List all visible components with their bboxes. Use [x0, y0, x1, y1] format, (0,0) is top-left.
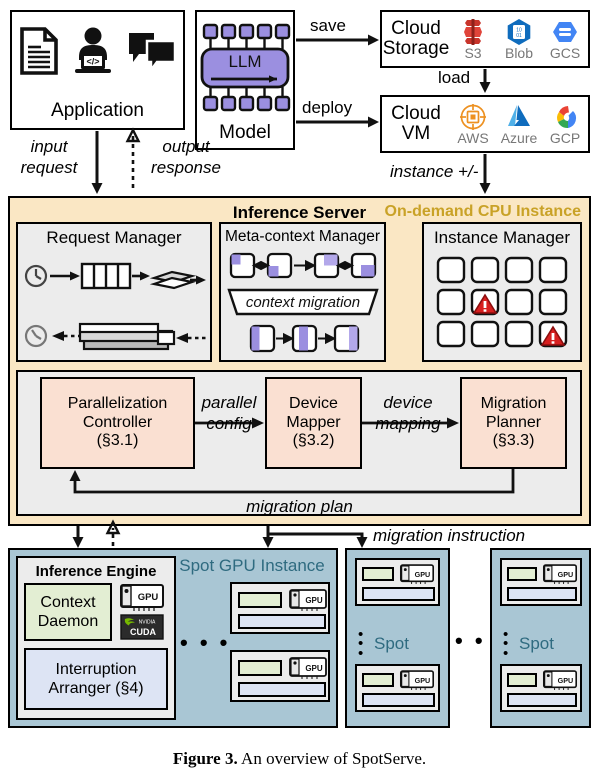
gpu-card-blue-bar — [507, 693, 577, 707]
engine-gpu-cuda-badges: GPU NVIDIA CUDA — [120, 584, 164, 640]
gpu-card-blue-bar — [362, 693, 435, 707]
gpu-card-green-bar — [507, 673, 537, 687]
deploy-edge-label: deploy — [302, 98, 353, 117]
gpu-card-green-bar — [507, 567, 537, 581]
gpu-card-icon: GPU — [120, 584, 164, 611]
context-migration-label: context migration — [246, 294, 360, 311]
clock-icon-incoming — [24, 264, 48, 288]
instance-manager-title: Instance Manager — [433, 228, 571, 247]
instance-grid — [436, 256, 568, 348]
gpu-icon: GPU — [399, 564, 435, 584]
svg-text:GPU: GPU — [558, 676, 574, 685]
request-queue-icon — [80, 262, 132, 290]
gpu-icon: GPU — [542, 670, 578, 690]
spot-gpu-instance-label: Spot GPU Instance — [179, 556, 325, 575]
primary-ellipsis: • • • — [180, 630, 231, 655]
gpu-card-blue-bar — [238, 614, 326, 629]
device-mapping-label: device mapping — [375, 393, 441, 434]
load-edge-label: load — [438, 68, 471, 87]
input-request-label: input request — [20, 137, 78, 178]
svg-text:CUDA: CUDA — [130, 627, 156, 637]
request-manager-panel: Request Manager — [16, 222, 212, 362]
spot3-label: Spot — [519, 634, 554, 653]
figure-caption-number: Figure 3. — [172, 749, 238, 768]
output-response-label: output response — [151, 137, 221, 178]
interruption-arranger-box: Interruption Arranger (§4) — [24, 648, 168, 710]
gpu-card-slot: GPU — [500, 558, 582, 606]
gpu-card-blue-bar — [362, 587, 435, 601]
gpu-icon: GPU — [542, 564, 578, 584]
gpu-card-green-bar — [362, 567, 394, 581]
request-manager-flow — [24, 262, 206, 351]
gpu-card-slot: GPU — [355, 558, 440, 606]
gpu-card-green-bar — [238, 660, 282, 676]
instance-pm-label: instance +/- — [390, 162, 479, 181]
meta-context-manager-title: Meta-context Manager — [224, 228, 381, 245]
inference-engine-title: Inference Engine — [35, 563, 157, 580]
gpu-card-green-bar — [238, 592, 282, 608]
context-migration-diagram: context migration — [227, 252, 379, 353]
svg-text:GPU: GPU — [415, 676, 431, 685]
figure-caption: Figure 3. An overview of SpotServe. — [0, 749, 599, 769]
save-edge-label: save — [310, 16, 346, 35]
gpu-card-slot: GPU — [230, 582, 330, 634]
nvidia-cuda-badge: NVIDIA CUDA — [120, 614, 164, 640]
svg-text:GPU: GPU — [138, 592, 159, 603]
top-edges — [91, 34, 491, 194]
svg-text:GPU: GPU — [305, 664, 323, 673]
gpu-card-slot: GPU — [355, 664, 440, 712]
gpu-card-blue-bar — [507, 587, 577, 601]
svg-text:GPU: GPU — [305, 596, 323, 605]
gpu-icon: GPU — [289, 657, 327, 679]
clock-icon-outgoing — [24, 324, 48, 348]
gpu-card-slot: GPU — [500, 664, 582, 712]
instance-manager-panel: Instance Manager — [422, 222, 582, 362]
figure-caption-text: An overview of SpotServe. — [237, 749, 427, 768]
svg-text:NVIDIA: NVIDIA — [139, 620, 156, 626]
svg-text:GPU: GPU — [558, 570, 574, 579]
svg-text:GPU: GPU — [415, 570, 431, 579]
gpu-card-green-bar — [362, 673, 394, 687]
context-daemon-box: Context Daemon — [24, 583, 112, 641]
spot2-label: Spot — [374, 634, 409, 653]
response-stack-icon — [78, 322, 176, 351]
gpu-card-slot: GPU — [230, 650, 330, 702]
batch-icon — [149, 270, 197, 290]
gpu-card-blue-bar — [238, 682, 326, 697]
on-demand-cpu-badge: On-demand CPU Instance — [384, 203, 581, 220]
migration-instruction-label: migration instruction — [373, 526, 526, 545]
gpu-icon: GPU — [399, 670, 435, 690]
parallel-config-label: parallel config — [201, 393, 257, 434]
migration-plan-label: migration plan — [246, 497, 353, 516]
gpu-icon: GPU — [289, 589, 327, 611]
spot3-vertical-ellipsis: • • • — [503, 626, 509, 662]
request-manager-title: Request Manager — [46, 228, 182, 247]
spot2-vertical-ellipsis: • • • — [358, 626, 364, 662]
meta-context-manager-panel: Meta-context Manager context migration — [219, 222, 386, 362]
